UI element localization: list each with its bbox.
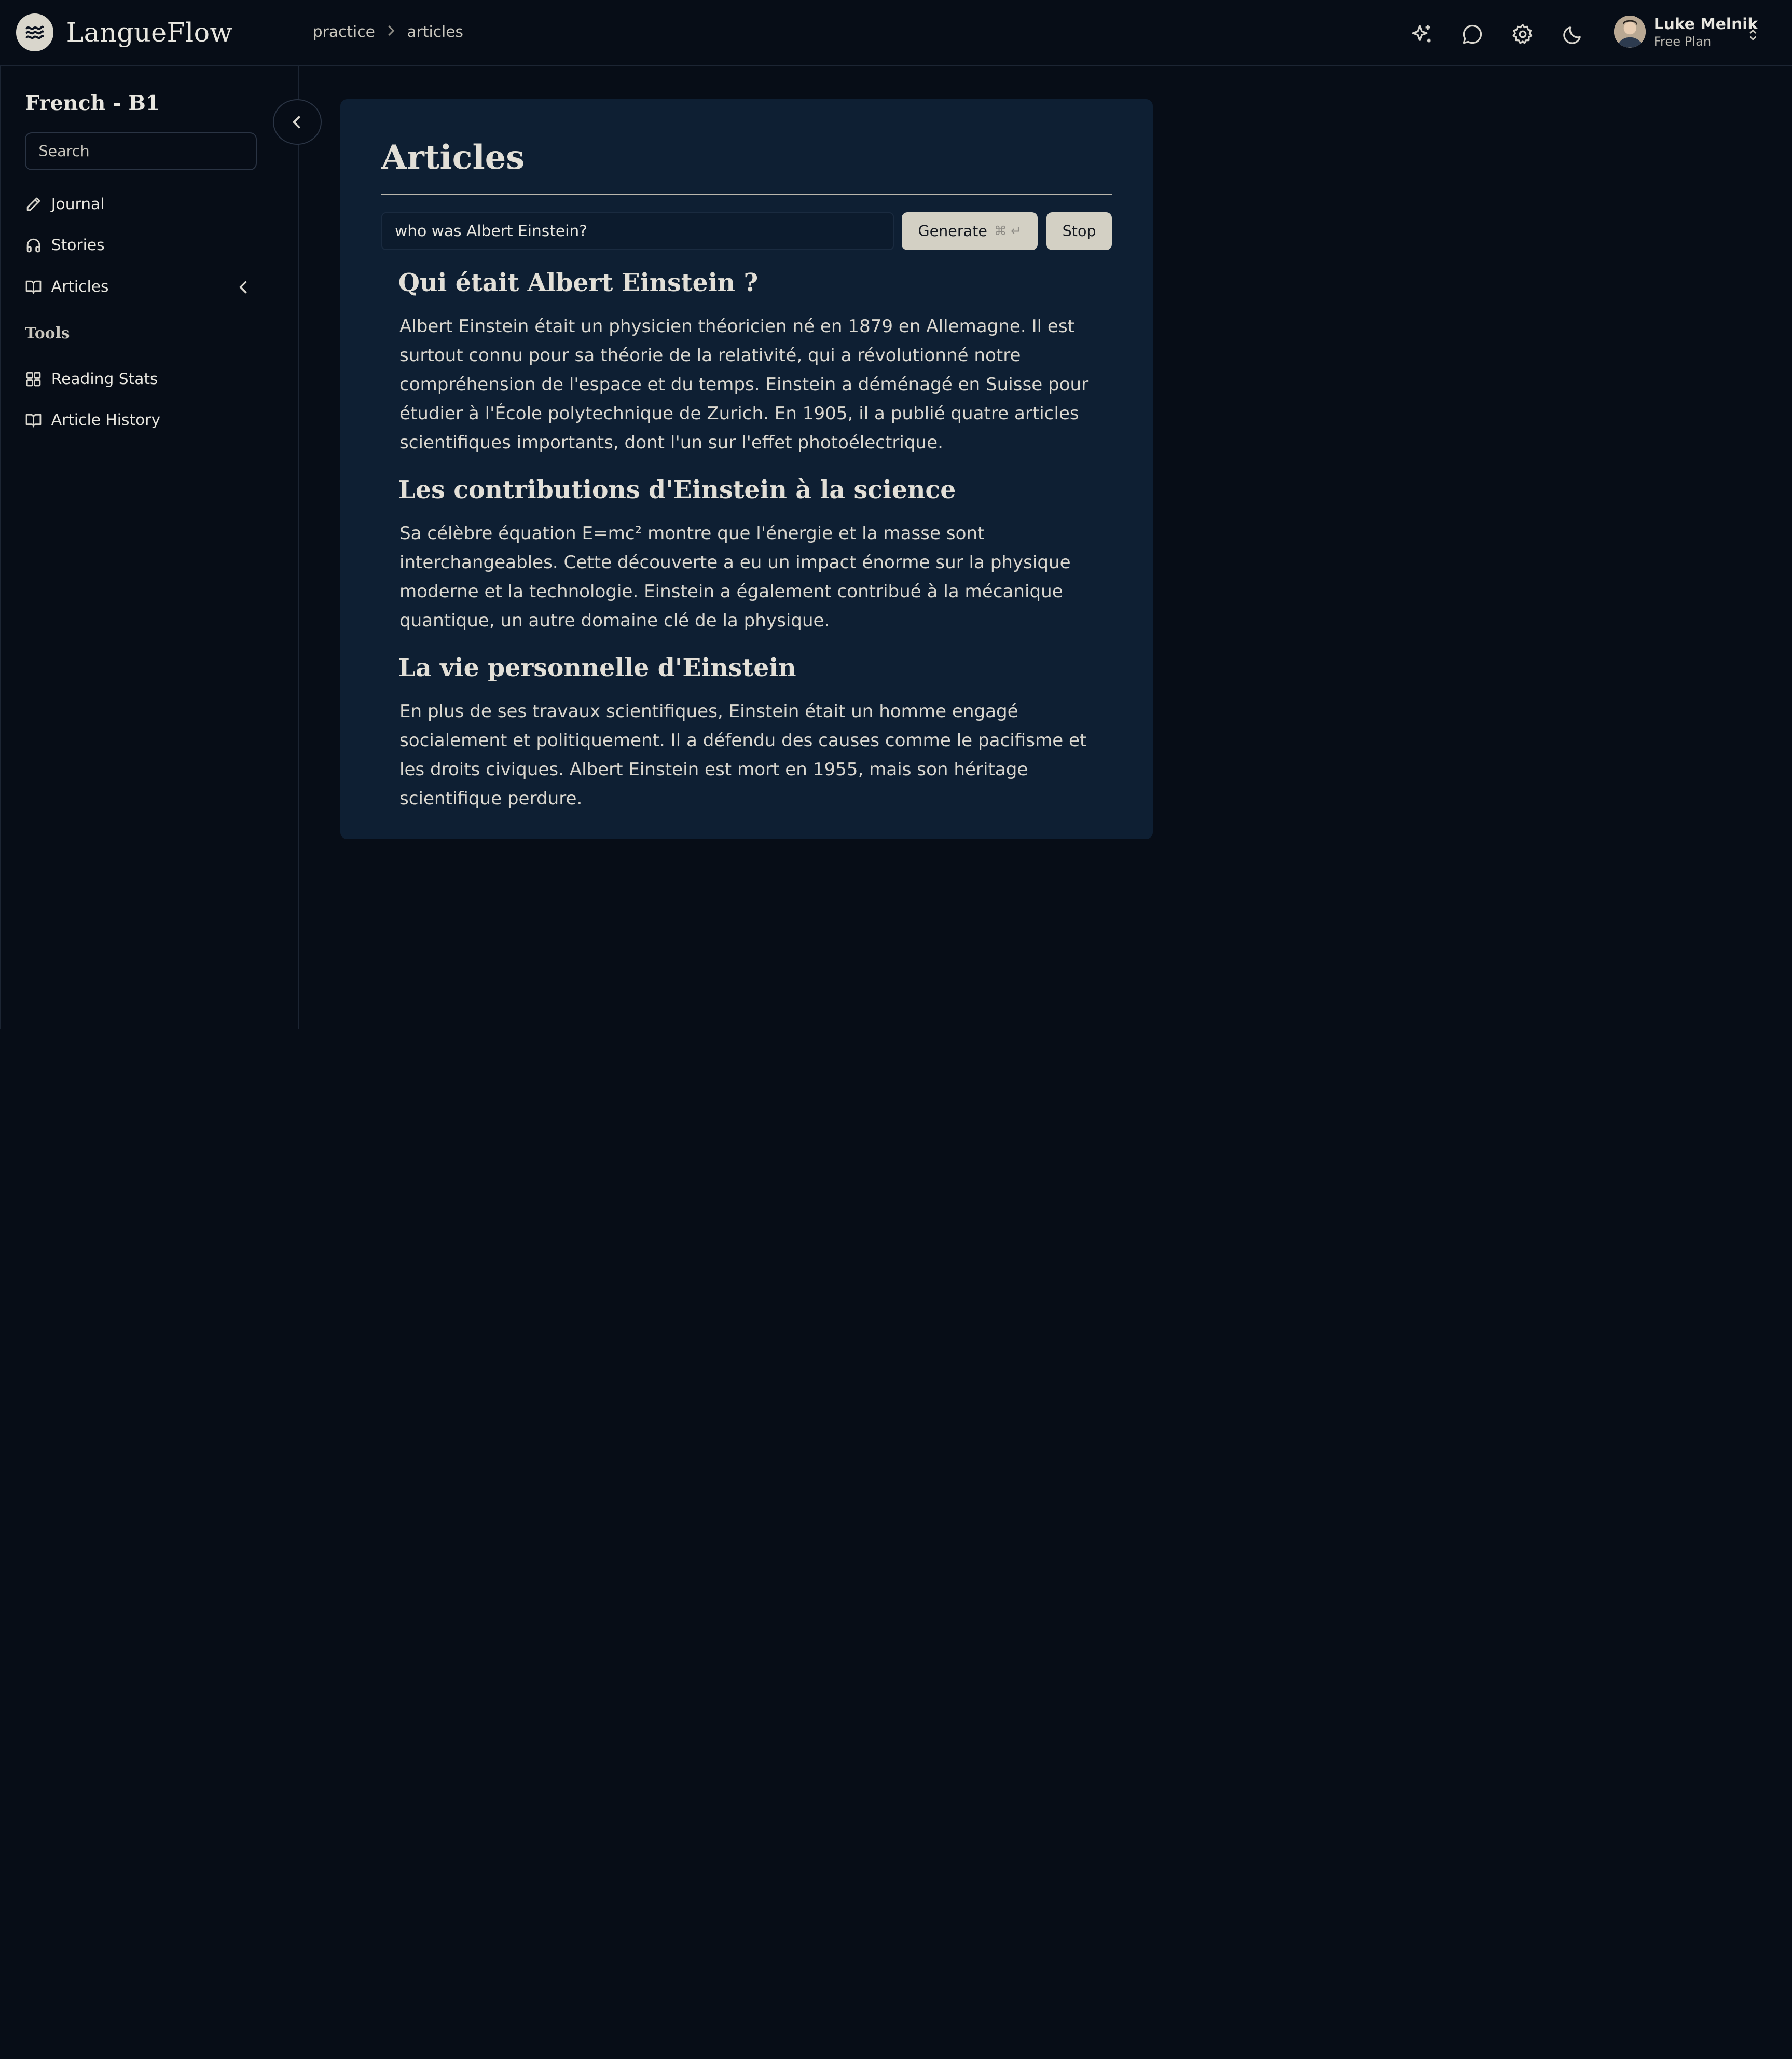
sidebar-item-stories[interactable]: Stories [25,236,105,255]
articles-card: Articles Generate ⌘ ↵ Stop Qui était Alb… [340,99,1153,839]
article-content: Qui était Albert Einstein ? Albert Einst… [398,266,1100,830]
article-heading: Les contributions d'Einstein à la scienc… [398,475,956,504]
breadcrumb-practice[interactable]: practice [313,23,375,41]
generate-label: Generate [918,222,987,240]
chevron-up-down-icon [1748,25,1758,46]
search-input[interactable] [25,132,257,170]
gear-icon[interactable] [1508,19,1537,49]
prompt-input[interactable] [381,212,894,250]
breadcrumb-articles[interactable]: articles [407,23,463,41]
book-open-icon [25,280,42,294]
header-actions [1408,19,1608,49]
collapse-sidebar-button[interactable] [272,99,322,145]
keyboard-shortcut-hint: ⌘ ↵ [994,224,1022,239]
page-title: Articles [381,138,525,177]
brand[interactable]: LangueFlow [16,13,233,51]
moon-icon[interactable] [1558,19,1588,49]
chat-bubble-icon[interactable] [1457,19,1487,49]
brand-name: LangueFlow [66,17,233,48]
article-paragraph: Albert Einstein était un physicien théor… [399,315,1089,453]
sidebar-item-label: Journal [51,195,105,214]
app-window: LangueFlow practice articles Luke Melnik… [0,0,1792,1030]
sidebar-item-journal[interactable]: Journal [25,195,104,213]
generate-button[interactable]: Generate ⌘ ↵ [901,212,1038,250]
sidebar-item-article-history[interactable]: Article History [25,411,160,429]
user-plan: Free Plan [1653,34,1712,49]
chevron-left-icon[interactable] [237,279,251,300]
article-paragraph: Sa célèbre équation E=mc² montre que l'é… [399,523,1071,632]
sparkles-icon[interactable] [1408,19,1437,49]
pencil-icon [26,197,40,211]
stop-button[interactable]: Stop [1046,212,1112,250]
breadcrumb: practice articles [313,23,463,41]
article-heading: Qui était Albert Einstein ? [398,268,759,297]
sidebar-item-label: Reading Stats [51,369,158,388]
title-divider [381,194,1112,196]
user-menu[interactable]: Luke Melnik Free Plan [1614,15,1758,49]
sidebar-item-reading-stats[interactable]: Reading Stats [25,370,158,388]
chevron-left-icon [292,116,300,129]
headphones-icon [26,239,40,253]
sidebar-item-articles[interactable]: Articles [25,277,109,296]
sidebar: French - B1 Journal Stories Articles [0,66,299,1030]
chevron-right-icon [387,24,396,40]
top-bar: LangueFlow practice articles Luke Melnik… [0,0,1792,66]
sidebar-item-label: Articles [51,277,109,296]
article-paragraph: En plus de ses travaux scientifiques, Ei… [399,701,1087,809]
user-info: Luke Melnik Free Plan [1654,15,1758,49]
course-title: French - B1 [25,91,160,115]
user-name: Luke Melnik [1653,15,1758,33]
avatar [1614,16,1646,48]
book-open-icon [25,414,42,428]
grid-icon [26,372,41,387]
sidebar-item-label: Article History [51,410,161,429]
article-heading: La vie personnelle d'Einstein [398,654,796,683]
sidebar-item-label: Stories [51,236,105,255]
waves-logo-icon [16,13,54,51]
tools-section-label: Tools [25,324,70,342]
